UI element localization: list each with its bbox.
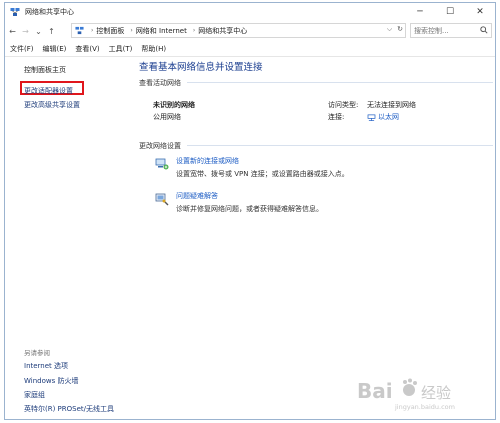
breadcrumb-control-panel[interactable]: 控制面板 — [96, 26, 124, 36]
network-name: 未识别的网络 — [153, 101, 195, 109]
network-center-icon — [10, 7, 20, 16]
access-type-label: 访问类型: — [328, 101, 359, 109]
maximize-button[interactable]: ☐ — [435, 3, 465, 20]
new-connection-icon — [155, 158, 169, 170]
main-content: 查看基本网络信息并设置连接 查看活动网络 未识别的网络 公用网络 访问类型: 无… — [139, 57, 495, 419]
menu-bar: 文件(F) 编辑(E) 查看(V) 工具(T) 帮助(H) — [5, 43, 495, 55]
breadcrumb-separator-icon: › — [130, 27, 133, 34]
address-bar[interactable]: › 控制面板 › 网络和 Internet › 网络和共享中心 ⌵ ↻ — [71, 23, 406, 38]
menu-tools[interactable]: 工具(T) — [109, 44, 133, 54]
breadcrumb-separator-icon: › — [91, 27, 94, 34]
breadcrumb-separator-icon: › — [192, 27, 196, 34]
network-category[interactable]: 公用网络 — [153, 112, 181, 122]
breadcrumb-network-center[interactable]: 网络和共享中心 — [198, 26, 247, 36]
connection-label: 连接: — [328, 113, 345, 121]
address-tail: ⌵ ↻ — [387, 25, 403, 34]
menu-help[interactable]: 帮助(H) — [141, 44, 166, 54]
up-button[interactable]: ↑ — [46, 24, 57, 38]
sidebar-control-panel-home[interactable]: 控制面板主页 — [24, 65, 66, 75]
section-divider — [187, 82, 493, 83]
troubleshoot-description: 诊断并修复网络问题，或者获得疑难解答信息。 — [176, 205, 323, 213]
paw-icon — [403, 378, 417, 396]
window-title: 网络和共享中心 — [25, 7, 74, 16]
address-row: ← → ⌄ ↑ › 控制面板 › 网络和 Internet › 网络和共享中心 … — [5, 22, 495, 40]
window-controls: ─ ☐ ✕ — [405, 3, 495, 20]
page-title: 查看基本网络信息并设置连接 — [139, 62, 263, 73]
see-also-heading: 另请参阅 — [24, 349, 50, 357]
menu-file[interactable]: 文件(F) — [10, 44, 34, 54]
section-divider — [187, 145, 493, 146]
search-icon[interactable] — [480, 26, 488, 34]
active-network-heading: 查看活动网络 — [139, 79, 181, 87]
close-button[interactable]: ✕ — [465, 3, 495, 20]
sidebar-intel-proset[interactable]: 英特尔(R) PROSet/无线工具 — [24, 404, 114, 414]
control-panel-window: 网络和共享中心 ─ ☐ ✕ ← → ⌄ ↑ › 控制面板 › 网络和 Inter… — [4, 2, 496, 420]
ethernet-icon — [367, 114, 376, 121]
sidebar-change-adapter-settings[interactable]: 更改适配器设置 — [24, 86, 73, 96]
access-type-value: 无法连接到网络 — [367, 101, 416, 109]
forward-button[interactable]: → — [20, 24, 31, 38]
sidebar-internet-options[interactable]: Internet 选项 — [24, 361, 68, 371]
address-dropdown-icon[interactable]: ⌵ — [387, 25, 392, 34]
recent-dropdown-icon[interactable]: ⌄ — [33, 24, 44, 38]
baidu-watermark: Bai 经验 jingyan.baidu.com — [357, 378, 455, 411]
watermark-brand: Bai — [357, 379, 393, 403]
network-center-icon — [75, 26, 84, 35]
watermark-suffix: 经验 — [421, 384, 451, 402]
back-button[interactable]: ← — [7, 24, 18, 38]
refresh-icon[interactable]: ↻ — [397, 25, 403, 34]
setup-new-connection-description: 设置宽带、拨号或 VPN 连接；或设置路由器或接入点。 — [176, 170, 349, 178]
sidebar-windows-firewall[interactable]: Windows 防火墙 — [24, 376, 78, 386]
watermark-url: jingyan.baidu.com — [394, 403, 455, 411]
setup-new-connection-link[interactable]: 设置新的连接或网络 — [176, 156, 239, 166]
title-bar: 网络和共享中心 ─ ☐ ✕ — [5, 3, 495, 20]
sidebar: 控制面板主页 更改适配器设置 更改高级共享设置 另请参阅 Internet 选项… — [5, 57, 133, 419]
menu-edit[interactable]: 编辑(E) — [43, 44, 67, 54]
breadcrumb-network-internet[interactable]: 网络和 Internet — [136, 26, 187, 36]
sidebar-homegroup[interactable]: 家庭组 — [24, 390, 45, 400]
troubleshoot-link[interactable]: 问题疑难解答 — [176, 191, 218, 201]
ethernet-link[interactable]: 以太网 — [367, 112, 399, 122]
ethernet-label: 以太网 — [378, 113, 399, 121]
minimize-button[interactable]: ─ — [405, 3, 435, 20]
change-settings-heading: 更改网络设置 — [139, 142, 181, 150]
troubleshoot-icon — [155, 193, 169, 206]
search-placeholder: 搜索控制... — [414, 26, 449, 35]
sidebar-change-sharing-settings[interactable]: 更改高级共享设置 — [24, 100, 80, 110]
menu-view[interactable]: 查看(V) — [75, 44, 99, 54]
search-input[interactable]: 搜索控制... — [410, 23, 492, 38]
